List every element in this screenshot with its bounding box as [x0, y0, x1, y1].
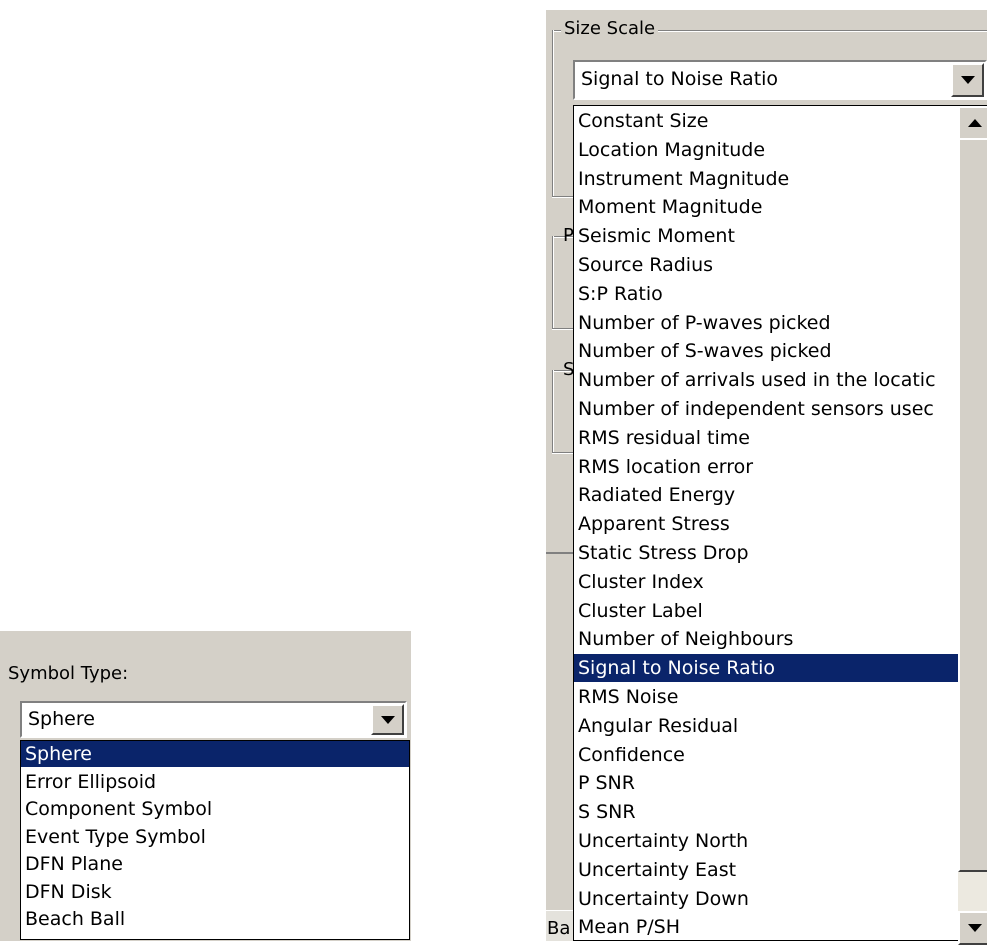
list-item[interactable]: DFN Disk: [21, 879, 409, 905]
list-item[interactable]: Signal to Noise Ratio: [574, 654, 959, 683]
list-item[interactable]: Moment Magnitude: [574, 193, 959, 221]
list-item[interactable]: Static Stress Drop: [574, 539, 959, 567]
list-item[interactable]: Cluster Index: [574, 568, 959, 596]
size-scale-dropdown-button[interactable]: [951, 63, 984, 97]
list-item[interactable]: Sphere: [21, 741, 409, 767]
symbol-type-label: Symbol Type:: [8, 663, 129, 684]
list-item[interactable]: Event Type Symbol: [21, 824, 409, 850]
list-item[interactable]: Confidence: [574, 741, 959, 769]
bottom-tab-label: Ba: [547, 918, 571, 939]
size-scale-dropdown[interactable]: Signal to Noise Ratio: [573, 60, 987, 100]
list-item[interactable]: Location Magnitude: [574, 136, 959, 164]
list-item[interactable]: Number of Neighbours: [574, 625, 959, 653]
list-item[interactable]: RMS residual time: [574, 424, 959, 452]
size-scale-selected-value: Signal to Noise Ratio: [581, 68, 779, 90]
list-item[interactable]: Instrument Magnitude: [574, 165, 959, 193]
list-item[interactable]: Number of S-waves picked: [574, 337, 959, 365]
scroll-up-button[interactable]: [958, 106, 987, 140]
list-item[interactable]: Error Ellipsoid: [21, 769, 409, 795]
list-item[interactable]: Uncertainty Down: [574, 885, 959, 913]
list-item[interactable]: Cluster Label: [574, 597, 959, 625]
list-item[interactable]: S SNR: [574, 798, 959, 826]
list-item[interactable]: Seismic Moment: [574, 222, 959, 250]
list-item[interactable]: Radiated Energy: [574, 481, 959, 509]
list-item[interactable]: Beach Ball: [21, 906, 409, 932]
chevron-down-icon: [960, 76, 975, 84]
list-item[interactable]: Source Radius: [574, 251, 959, 279]
separator: [546, 552, 574, 554]
list-item[interactable]: Number of P-waves picked: [574, 309, 959, 337]
list-item[interactable]: Constant Size: [574, 107, 959, 135]
list-item[interactable]: RMS location error: [574, 453, 959, 481]
list-item[interactable]: Number of arrivals used in the locatic: [574, 366, 959, 394]
symbol-type-dropdown[interactable]: Sphere: [20, 701, 407, 738]
scroll-down-button[interactable]: [958, 911, 987, 945]
list-item[interactable]: Apparent Stress: [574, 510, 959, 538]
scroll-down-arrow-icon: [967, 924, 982, 932]
list-item[interactable]: S:P Ratio: [574, 280, 959, 308]
size-scale-legend: Size Scale: [561, 18, 659, 40]
list-item[interactable]: P SNR: [574, 769, 959, 797]
list-item[interactable]: Uncertainty North: [574, 827, 959, 855]
list-item[interactable]: DFN Plane: [21, 851, 409, 877]
size-scale-list-scrollbar[interactable]: [958, 106, 987, 945]
scrollbar-thumb[interactable]: [958, 138, 987, 872]
list-item[interactable]: Uncertainty East: [574, 856, 959, 884]
symbol-type-selected-value: Sphere: [28, 708, 95, 730]
scroll-up-arrow-icon: [967, 119, 982, 127]
symbol-type-dropdown-button[interactable]: [371, 704, 404, 735]
list-item[interactable]: Angular Residual: [574, 712, 959, 740]
bottom-tab[interactable]: Ba: [546, 910, 574, 941]
group-s-border-left: [552, 370, 554, 454]
size-scale-group-border-left: [552, 30, 554, 198]
chevron-down-icon: [380, 715, 395, 724]
list-item[interactable]: Component Symbol: [21, 796, 409, 822]
list-item[interactable]: Mean P/SH: [574, 913, 959, 940]
symbol-type-options-list[interactable]: Sphere Error Ellipsoid Component Symbol Eve…: [20, 740, 410, 940]
list-item[interactable]: RMS Noise: [574, 683, 959, 711]
size-scale-options-list[interactable]: Constant Size Location Magnitude Instrumen…: [573, 105, 987, 941]
group-p-border-left: [552, 236, 554, 330]
list-item[interactable]: Number of independent sensors usec: [574, 395, 959, 423]
